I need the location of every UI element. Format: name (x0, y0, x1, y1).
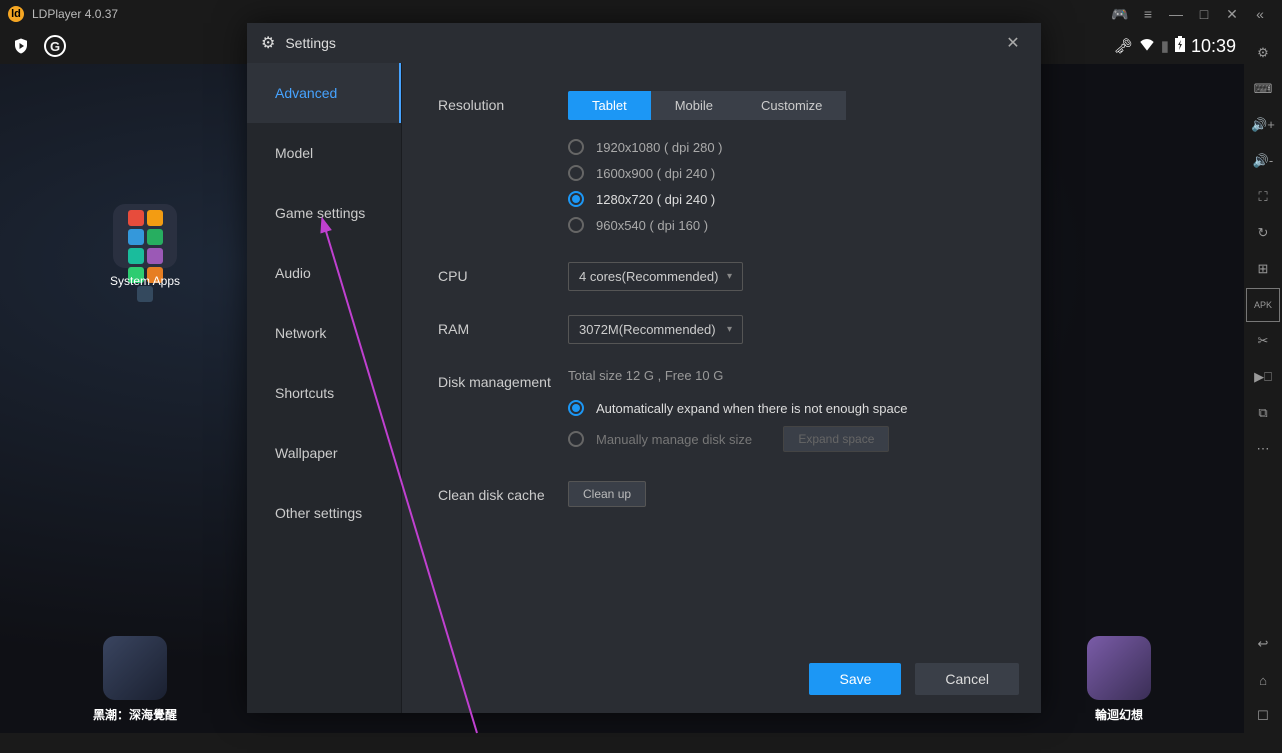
disk-info: Total size 12 G , Free 10 G (568, 368, 1017, 383)
recents-icon[interactable]: ☐ (1246, 699, 1280, 733)
scissors-icon[interactable]: ✂ (1246, 324, 1280, 358)
multi-window-icon[interactable]: ⧉ (1246, 396, 1280, 430)
sidebar-item-other[interactable]: Other settings (247, 483, 401, 543)
settings-content: Resolution Tablet Mobile Customize 1920x… (402, 63, 1041, 713)
system-apps-folder[interactable]: System Apps (100, 204, 190, 288)
ram-label: RAM (438, 315, 568, 337)
gamepad-icon[interactable]: 🎮 (1106, 0, 1134, 28)
cpu-label: CPU (438, 262, 568, 284)
chevron-down-icon: ▾ (727, 324, 732, 335)
game-app-2[interactable]: 輪迴幻想 (1054, 636, 1184, 723)
tab-customize[interactable]: Customize (737, 91, 846, 120)
chevron-down-icon: ▾ (727, 271, 732, 282)
cpu-select[interactable]: 4 cores(Recommended)▾ (568, 262, 743, 291)
expand-space-button: Expand space (783, 426, 889, 452)
resolution-segment: Tablet Mobile Customize (568, 91, 1017, 120)
resolution-option-960[interactable]: 960x540 ( dpi 160 ) (568, 212, 1017, 238)
key-icon: 🗝 (1114, 37, 1133, 55)
resolution-label: Resolution (438, 91, 568, 113)
volume-down-icon[interactable]: 🔊- (1246, 144, 1280, 178)
android-statusbar: 🗝 ▮ 10:39 (1106, 28, 1244, 64)
ram-select[interactable]: 3072M(Recommended)▾ (568, 315, 743, 344)
disk-label: Disk management (438, 368, 568, 390)
battery-icon (1175, 36, 1185, 56)
resolution-option-1280[interactable]: 1280x720 ( dpi 240 ) (568, 186, 1017, 212)
clean-up-button[interactable]: Clean up (568, 481, 646, 507)
close-modal-button[interactable]: ✕ (999, 29, 1027, 57)
settings-title: Settings (285, 35, 336, 51)
home-icon[interactable]: ⌂ (1246, 663, 1280, 697)
save-button[interactable]: Save (809, 663, 901, 695)
chevrons-left-icon[interactable]: « (1246, 0, 1274, 28)
maximize-icon[interactable]: □ (1190, 0, 1218, 28)
close-window-icon[interactable]: ✕ (1218, 0, 1246, 28)
menu-icon[interactable]: ≡ (1134, 0, 1162, 28)
tab-mobile[interactable]: Mobile (651, 91, 737, 120)
settings-toolbar-icon[interactable]: ⚙ (1246, 36, 1280, 70)
keyboard-icon[interactable]: ⌨ (1246, 72, 1280, 106)
game-app-1[interactable]: 黑潮：深海覺醒 (70, 636, 200, 723)
sync-icon[interactable]: ↻ (1246, 216, 1280, 250)
add-icon[interactable]: ⊞ (1246, 252, 1280, 286)
disk-option-manual[interactable]: Manually manage disk size Expand space (568, 421, 1017, 457)
clean-label: Clean disk cache (438, 481, 568, 503)
record-icon[interactable]: ▶⎕ (1246, 360, 1280, 394)
google-icon[interactable]: G (44, 35, 66, 57)
cancel-button[interactable]: Cancel (915, 663, 1019, 695)
game-app-1-label: 黑潮：深海覺醒 (70, 706, 200, 723)
settings-footer: Save Cancel (809, 663, 1019, 695)
resolution-option-1920[interactable]: 1920x1080 ( dpi 280 ) (568, 134, 1017, 160)
sidebar-item-game-settings[interactable]: Game settings (247, 183, 401, 243)
game-app-2-label: 輪迴幻想 (1054, 706, 1184, 723)
disk-option-auto[interactable]: Automatically expand when there is not e… (568, 395, 1017, 421)
fullscreen-icon[interactable]: ⛶ (1246, 180, 1280, 214)
apk-icon[interactable]: APK (1246, 288, 1280, 322)
back-icon[interactable]: ↩ (1246, 627, 1280, 661)
app-logo-icon: ld (8, 6, 24, 22)
system-apps-label: System Apps (100, 274, 190, 288)
sidebar-item-network[interactable]: Network (247, 303, 401, 363)
settings-modal: ⚙ Settings ✕ Advanced Model Game setting… (247, 23, 1041, 713)
sidebar-item-model[interactable]: Model (247, 123, 401, 183)
minimize-icon[interactable]: — (1162, 0, 1190, 28)
sidebar-item-wallpaper[interactable]: Wallpaper (247, 423, 401, 483)
sidebar-item-audio[interactable]: Audio (247, 243, 401, 303)
volume-up-icon[interactable]: 🔊+ (1246, 108, 1280, 142)
window-title: LDPlayer 4.0.37 (32, 7, 118, 21)
settings-header: ⚙ Settings ✕ (247, 23, 1041, 63)
gear-icon: ⚙ (261, 33, 275, 53)
settings-sidebar: Advanced Model Game settings Audio Netwo… (247, 63, 402, 713)
shield-icon[interactable] (10, 35, 32, 57)
tab-tablet[interactable]: Tablet (568, 91, 651, 120)
no-sim-icon: ▮ (1161, 37, 1169, 55)
resolution-option-1600[interactable]: 1600x900 ( dpi 240 ) (568, 160, 1017, 186)
sidebar-item-advanced[interactable]: Advanced (247, 63, 401, 123)
wifi-icon (1139, 37, 1155, 55)
more-icon[interactable]: ⋯ (1246, 432, 1280, 466)
sidebar-item-shortcuts[interactable]: Shortcuts (247, 363, 401, 423)
emulator-right-toolbar: ⚙ ⌨ 🔊+ 🔊- ⛶ ↻ ⊞ APK ✂ ▶⎕ ⧉ ⋯ ↩ ⌂ ☐ (1244, 28, 1282, 733)
clock-time: 10:39 (1191, 36, 1236, 57)
